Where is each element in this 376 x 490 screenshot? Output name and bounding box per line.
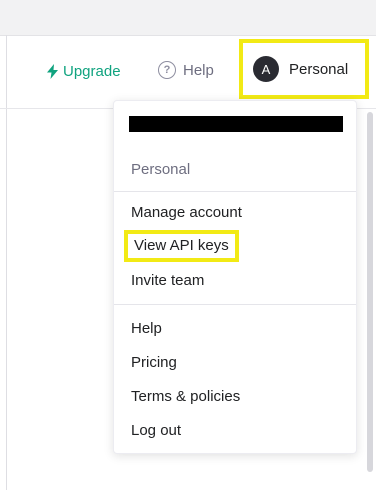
dropdown-divider bbox=[114, 191, 356, 192]
browser-top-strip bbox=[0, 0, 376, 36]
dropdown-divider bbox=[114, 304, 356, 305]
menu-item-view-api-keys[interactable]: View API keys bbox=[124, 230, 239, 262]
menu-item-log-out[interactable]: Log out bbox=[131, 422, 181, 439]
avatar: A bbox=[253, 56, 279, 82]
lightning-icon bbox=[47, 64, 58, 79]
help-circle-icon: ? bbox=[158, 61, 176, 79]
scrollbar[interactable] bbox=[367, 112, 373, 472]
account-menu-button[interactable]: A Personal bbox=[239, 39, 369, 99]
dropdown-section-label: Personal bbox=[131, 161, 191, 178]
account-label: Personal bbox=[289, 60, 349, 78]
account-dropdown-menu: Personal Manage account View API keys In… bbox=[113, 100, 357, 454]
menu-item-pricing[interactable]: Pricing bbox=[131, 354, 177, 371]
upgrade-label: Upgrade bbox=[63, 63, 121, 80]
left-panel-border bbox=[6, 35, 7, 490]
upgrade-button[interactable]: Upgrade bbox=[47, 63, 121, 80]
menu-item-terms-policies[interactable]: Terms & policies bbox=[131, 388, 240, 405]
menu-item-help[interactable]: Help bbox=[131, 320, 162, 337]
help-label: Help bbox=[183, 61, 214, 79]
menu-item-invite-team[interactable]: Invite team bbox=[131, 272, 204, 289]
menu-item-manage-account[interactable]: Manage account bbox=[131, 204, 242, 221]
redacted-email bbox=[129, 116, 343, 132]
help-button[interactable]: ? Help bbox=[158, 61, 214, 79]
